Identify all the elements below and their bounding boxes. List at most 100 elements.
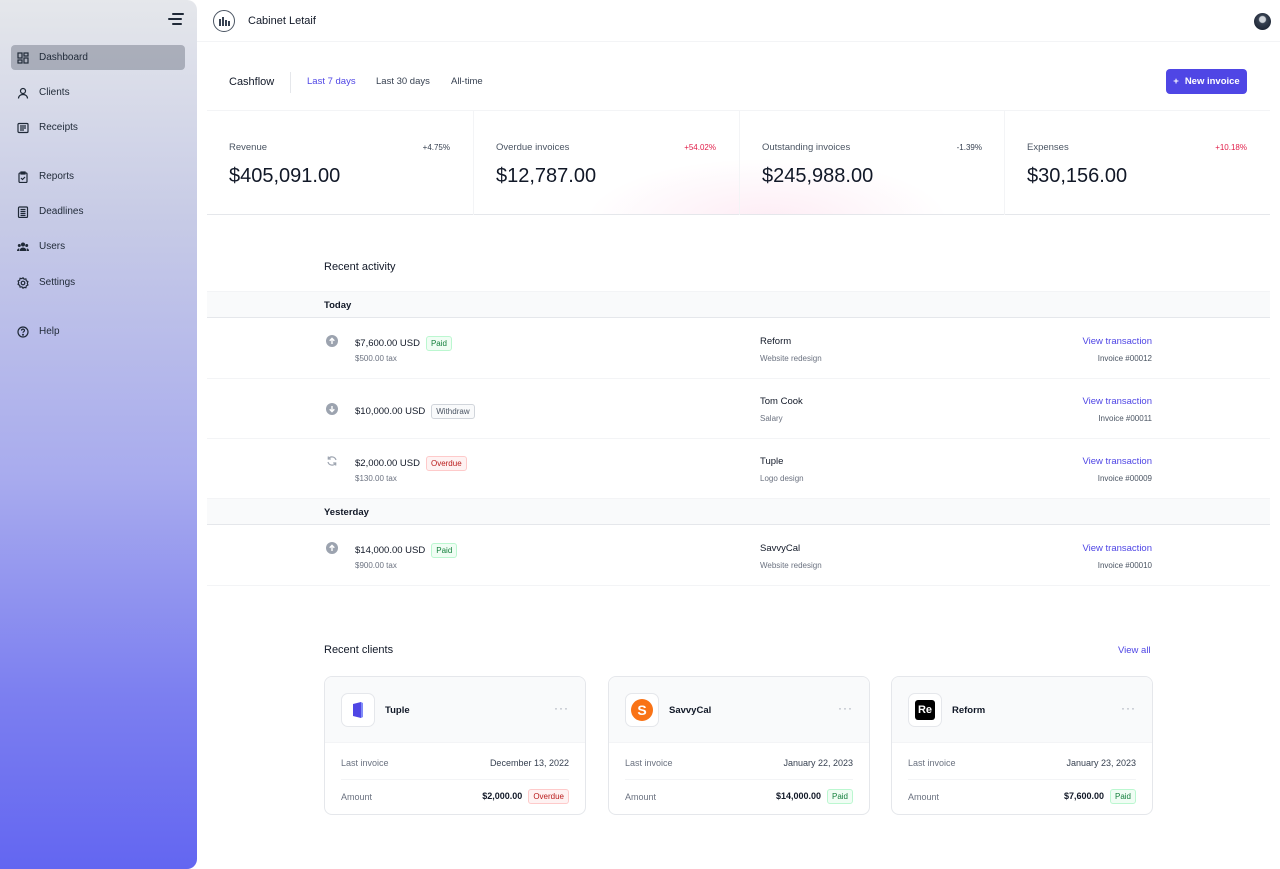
help-icon: [17, 325, 29, 338]
sidebar-item-help[interactable]: Help: [11, 319, 185, 344]
sidebar-item-users[interactable]: Users: [11, 234, 185, 259]
invoice-number: Invoice #00009: [1097, 474, 1152, 483]
new-invoice-button[interactable]: + New invoice: [1166, 69, 1247, 94]
stats-panel: Revenue +4.75% $405,091.00 Overdue invoi…: [207, 110, 1270, 215]
row-value: January 22, 2023: [783, 758, 853, 768]
card-row-last-invoice: Last invoice January 22, 2023: [625, 746, 853, 779]
transaction-amount: $2,000.00 USD Overdue: [355, 456, 467, 471]
status-badge: Overdue: [528, 789, 569, 804]
tab-all-time[interactable]: All-time: [451, 76, 483, 87]
table-row: $10,000.00 USD Withdraw Tom Cook Salary V…: [207, 379, 1270, 439]
sidebar-item-label: Reports: [39, 171, 75, 182]
invoice-number: Invoice #00012: [1097, 354, 1152, 363]
sidebar-toggle-icon[interactable]: [168, 10, 186, 26]
recent-activity-title: Recent activity: [324, 261, 396, 273]
gear-icon: [17, 276, 29, 289]
sidebar-item-settings[interactable]: Settings: [11, 270, 185, 295]
new-invoice-label: New invoice: [1184, 76, 1240, 87]
sidebar: Dashboard Clients Receipts Reports Deadl…: [0, 0, 197, 869]
more-options-icon[interactable]: ···: [1121, 701, 1136, 715]
view-transaction-link[interactable]: View transaction: [1082, 543, 1152, 554]
group-header-yesterday: Yesterday: [207, 498, 1270, 525]
transaction-description: Salary: [760, 414, 783, 423]
status-badge: Paid: [826, 789, 853, 804]
recent-clients-title: Recent clients: [324, 644, 394, 656]
table-row: $14,000.00 USD Paid $900.00 tax SavvyCal …: [207, 526, 1270, 586]
transaction-tax: $900.00 tax: [355, 561, 397, 570]
sidebar-item-receipts[interactable]: Receipts: [11, 115, 185, 140]
sidebar-item-clients[interactable]: Clients: [11, 80, 185, 105]
divider: [290, 72, 291, 93]
view-transaction-link[interactable]: View transaction: [1082, 336, 1152, 347]
status-badge: Paid: [425, 336, 452, 351]
sidebar-item-label: Help: [39, 326, 60, 337]
app-title: Cabinet Letaif: [248, 15, 316, 27]
view-transaction-link[interactable]: View transaction: [1082, 396, 1152, 407]
transaction-client: Reform: [760, 336, 792, 347]
stat-change: +54.02%: [684, 143, 716, 152]
top-bar: Cabinet Letaif: [197, 0, 1280, 42]
transaction-amount: $10,000.00 USD Withdraw: [355, 404, 475, 419]
arrow-down-circle-icon: [326, 403, 338, 415]
more-options-icon[interactable]: ···: [554, 701, 569, 715]
sidebar-item-reports[interactable]: Reports: [11, 164, 185, 189]
view-all-link[interactable]: View all: [1118, 645, 1151, 656]
client-card-tuple: Tuple ··· Last invoice December 13, 2022…: [324, 676, 586, 815]
stat-change: -1.39%: [956, 143, 982, 152]
stat-label: Revenue: [229, 142, 268, 153]
sidebar-item-deadlines[interactable]: Deadlines: [11, 199, 185, 224]
table-row: $2,000.00 USD Overdue $130.00 tax Tuple L…: [207, 439, 1270, 499]
plus-icon: +: [1173, 76, 1179, 87]
brand-logo: [213, 10, 235, 32]
row-value: $2,000.00 Overdue: [482, 789, 569, 804]
reform-logo-icon: Re: [908, 693, 942, 727]
table-row: $7,600.00 USD Paid $500.00 tax Reform Web…: [207, 319, 1270, 379]
sidebar-item-label: Clients: [39, 87, 70, 98]
client-name: Reform: [952, 705, 986, 716]
more-options-icon[interactable]: ···: [838, 701, 853, 715]
card-header: S SavvyCal ···: [609, 677, 869, 743]
stat-value: $245,988.00: [762, 165, 874, 187]
invoice-number: Invoice #00011: [1098, 414, 1152, 423]
client-card-savvycal: S SavvyCal ··· Last invoice January 22, …: [608, 676, 870, 815]
stat-label: Expenses: [1027, 142, 1069, 153]
transaction-amount: $14,000.00 USD Paid: [355, 543, 458, 558]
sidebar-item-label: Dashboard: [39, 52, 88, 63]
arrow-up-circle-icon: [326, 542, 338, 554]
row-value: January 23, 2023: [1066, 758, 1136, 768]
user-icon: [17, 87, 29, 99]
stat-change: +10.18%: [1215, 143, 1247, 152]
transaction-client: Tom Cook: [760, 396, 803, 407]
group-label: Today: [324, 300, 352, 311]
transaction-amount: $7,600.00 USD Paid: [355, 336, 452, 351]
transaction-tax: $500.00 tax: [355, 354, 397, 363]
row-label: Amount: [341, 792, 373, 802]
sidebar-item-label: Deadlines: [39, 206, 84, 217]
tab-last-7-days[interactable]: Last 7 days: [307, 76, 356, 87]
card-row-amount: Amount $14,000.00 Paid: [625, 779, 853, 812]
receipt-icon: [17, 122, 29, 134]
transaction-description: Logo design: [760, 474, 804, 483]
calendar-icon: [17, 205, 29, 218]
stat-expenses: Expenses +10.18% $30,156.00: [1004, 111, 1269, 215]
row-value: December 13, 2022: [489, 758, 569, 768]
stat-outstanding-invoices: Outstanding invoices -1.39% $245,988.00: [739, 111, 1004, 215]
group-label: Yesterday: [324, 507, 369, 518]
row-value: $7,600.00 Paid: [1064, 789, 1136, 804]
status-badge: Paid: [1109, 789, 1136, 804]
row-label: Last invoice: [341, 758, 389, 768]
cashflow-title: Cashflow: [229, 76, 275, 88]
transaction-client: SavvyCal: [760, 543, 801, 554]
stat-value: $30,156.00: [1027, 165, 1128, 187]
card-header: Re Reform ···: [892, 677, 1152, 743]
view-transaction-link[interactable]: View transaction: [1082, 456, 1152, 467]
tab-last-30-days[interactable]: Last 30 days: [376, 76, 430, 87]
row-label: Last invoice: [625, 758, 673, 768]
avatar[interactable]: [1254, 13, 1271, 30]
tuple-logo-icon: [341, 693, 375, 727]
stat-label: Overdue invoices: [496, 142, 570, 153]
sidebar-item-dashboard[interactable]: Dashboard: [11, 45, 185, 70]
row-label: Amount: [625, 792, 657, 802]
client-name: Tuple: [385, 705, 410, 716]
row-label: Last invoice: [908, 758, 956, 768]
